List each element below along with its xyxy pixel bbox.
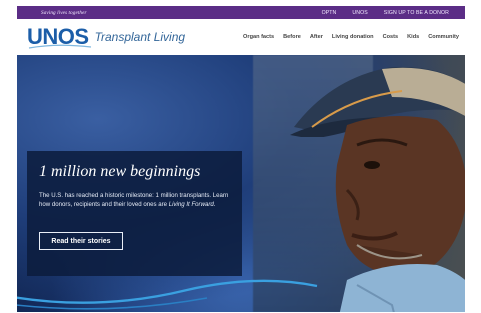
nav-costs[interactable]: Costs bbox=[383, 34, 399, 40]
link-sign-up-donor[interactable]: SIGN UP TO BE A DONOR bbox=[384, 10, 449, 16]
hero-title: 1 million new beginnings bbox=[39, 163, 201, 180]
nav-before[interactable]: Before bbox=[283, 34, 301, 40]
nav-living-donation[interactable]: Living donation bbox=[332, 34, 374, 40]
link-unos[interactable]: UNOS bbox=[352, 10, 367, 16]
site-name: Transplant Living bbox=[94, 30, 186, 44]
browser-viewport: Saving lives together OPTN UNOS SIGN UP … bbox=[17, 6, 465, 312]
hero-description-end: . bbox=[213, 201, 216, 208]
main-nav: Organ facts Before After Living donation… bbox=[243, 34, 459, 40]
nav-community[interactable]: Community bbox=[428, 34, 459, 40]
hero-description-emphasis: Living It Forward bbox=[168, 201, 214, 208]
hero-description: The U.S. has reached a historic mileston… bbox=[39, 191, 234, 209]
nav-kids[interactable]: Kids bbox=[407, 34, 419, 40]
site-header: UNOS Transplant Living Organ facts Befor… bbox=[17, 19, 465, 55]
utility-bar: Saving lives together OPTN UNOS SIGN UP … bbox=[17, 6, 465, 19]
logo-swoosh-icon bbox=[28, 44, 92, 49]
nav-organ-facts[interactable]: Organ facts bbox=[243, 34, 274, 40]
link-optn[interactable]: OPTN bbox=[322, 10, 337, 16]
utility-links: OPTN UNOS SIGN UP TO BE A DONOR bbox=[322, 10, 449, 16]
read-stories-button[interactable]: Read their stories bbox=[39, 232, 123, 250]
hero-banner: 1 million new beginnings The U.S. has re… bbox=[17, 55, 465, 312]
tagline: Saving lives together bbox=[41, 9, 87, 16]
feature-card: 1 million new beginnings The U.S. has re… bbox=[27, 151, 242, 276]
unos-logo[interactable]: UNOS bbox=[27, 26, 92, 49]
nav-after[interactable]: After bbox=[310, 34, 323, 40]
brand[interactable]: UNOS Transplant Living bbox=[27, 26, 186, 49]
decorative-swoosh-icon bbox=[17, 279, 318, 310]
